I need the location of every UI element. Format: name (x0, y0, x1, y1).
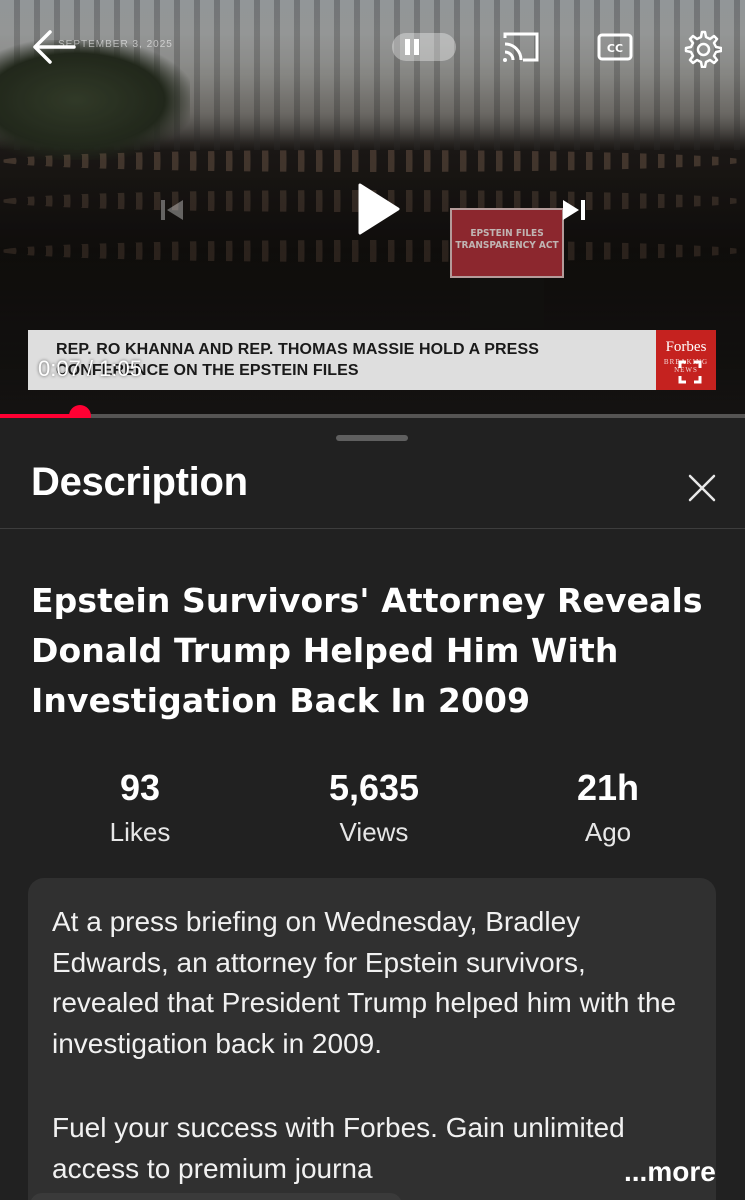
previous-icon (161, 200, 183, 220)
description-panel: Description Epstein Survivors' Attorney … (0, 418, 745, 1200)
panel-divider (0, 528, 745, 529)
svg-text:CC: CC (607, 42, 623, 55)
cast-button[interactable] (500, 28, 542, 66)
video-title: Epstein Survivors' Attorney Reveals Dona… (31, 581, 703, 720)
cast-icon (503, 32, 539, 62)
close-button[interactable] (676, 462, 728, 514)
truncation-fade (548, 1146, 620, 1190)
upload-age-value: 21h (576, 767, 640, 808)
views-count: 5,635 (328, 767, 420, 808)
settings-gear-icon (684, 30, 722, 68)
settings-button[interactable] (680, 26, 724, 70)
show-more-link[interactable]: ...more (624, 1152, 716, 1192)
next-video-button[interactable] (552, 188, 596, 232)
description-box[interactable]: At a press briefing on Wednesday, Bradle… (28, 878, 716, 1200)
play-icon (358, 183, 400, 235)
views-label: Views (339, 817, 409, 847)
play-button[interactable] (344, 176, 410, 242)
likes-count: 93 (119, 767, 161, 808)
description-paragraph: At a press briefing on Wednesday, Bradle… (52, 906, 677, 1059)
closed-captions-icon: CC (597, 33, 633, 61)
close-icon (688, 474, 716, 502)
likes-label: Likes (109, 817, 171, 847)
back-arrow-icon (33, 30, 76, 64)
back-button[interactable] (28, 24, 78, 70)
views-stat: 5,635 Views (294, 766, 454, 854)
forbes-logo-text: Forbes (665, 339, 707, 355)
upload-age-label: Ago (584, 817, 632, 847)
previous-video-button[interactable] (150, 188, 194, 232)
video-player[interactable]: EPSTEIN FILES TRANSPARENCY ACT SEPTEMBER… (0, 0, 745, 418)
pause-icon (405, 39, 419, 55)
captions-button[interactable]: CC (596, 30, 634, 64)
likes-stat: 93 Likes (70, 766, 210, 854)
lower-third-text: REP. RO KHANNA AND REP. THOMAS MASSIE HO… (56, 341, 539, 379)
next-icon (563, 200, 585, 220)
sheet-drag-handle[interactable] (336, 435, 408, 441)
autoplay-toggle[interactable] (392, 33, 456, 61)
panel-title: Description (31, 460, 248, 504)
upload-age-stat[interactable]: 21h Ago (538, 766, 678, 854)
playback-time: 0:07 / 1:05 (38, 356, 142, 381)
scroll-hint-bar (30, 1193, 402, 1200)
fullscreen-icon (678, 360, 702, 384)
fullscreen-button[interactable] (670, 356, 710, 388)
